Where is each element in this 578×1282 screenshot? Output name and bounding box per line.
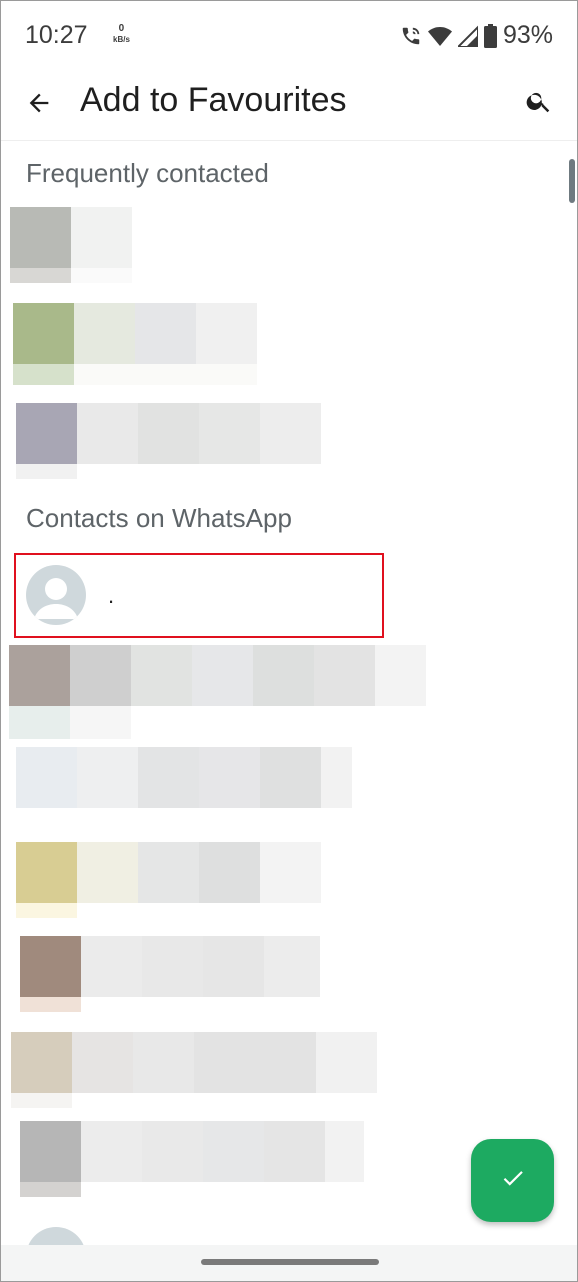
blur-fragment	[74, 364, 257, 385]
blur-fragment	[81, 1121, 142, 1182]
blur-fragment	[199, 747, 260, 808]
contact-avatar	[10, 207, 71, 268]
contact-avatar	[16, 747, 77, 808]
blur-fragment	[16, 464, 77, 479]
contact-avatar	[11, 1032, 72, 1093]
battery-percent: 93%	[502, 21, 553, 49]
blur-fragment	[70, 706, 131, 739]
blur-fragment	[325, 1121, 364, 1182]
blur-fragment	[142, 936, 203, 997]
navigation-bar	[1, 1245, 577, 1281]
blur-fragment	[135, 303, 196, 364]
blur-fragment	[77, 403, 138, 464]
wifi-icon	[427, 25, 452, 47]
blur-fragment	[74, 303, 135, 364]
blur-fragment	[260, 842, 321, 903]
blur-fragment	[142, 1121, 203, 1182]
blur-fragment	[131, 645, 192, 706]
contact-row-whatsapp-1[interactable]	[1, 645, 577, 740]
blur-fragment	[81, 936, 142, 997]
status-icons: 93%	[400, 21, 553, 50]
contact-row-whatsapp-5[interactable]	[1, 1032, 577, 1112]
contact-name-blur	[71, 207, 132, 268]
contact-avatar	[13, 303, 74, 364]
blur-fragment	[10, 268, 71, 283]
blur-fragment	[260, 747, 321, 808]
blur-fragment	[9, 706, 70, 739]
page-title: Add to Favourites	[80, 81, 347, 119]
blur-fragment	[133, 1032, 194, 1093]
search-button[interactable]	[519, 83, 559, 123]
blur-fragment	[203, 936, 264, 997]
contact-avatar	[16, 403, 77, 464]
arrow-back-icon	[25, 89, 53, 122]
contact-name: .	[108, 583, 115, 608]
contact-avatar	[20, 936, 81, 997]
blur-fragment	[194, 1032, 316, 1093]
status-time: 10:27	[25, 21, 88, 49]
blur-fragment	[70, 645, 131, 706]
network-speed-unit: kB/s	[113, 35, 130, 44]
section-header-frequent: Frequently contacted	[26, 158, 269, 188]
blur-fragment	[13, 364, 74, 385]
blur-fragment	[321, 747, 352, 808]
screen: 10:27 0 kB/s 93% Add to Favourites Frequ…	[0, 0, 578, 1282]
blur-fragment	[203, 1121, 264, 1182]
blur-fragment	[20, 1182, 81, 1197]
blur-fragment	[138, 403, 199, 464]
blur-fragment	[314, 645, 375, 706]
blur-fragment	[192, 645, 253, 706]
confirm-fab-button[interactable]	[471, 1139, 554, 1222]
blur-fragment	[20, 997, 81, 1012]
check-icon	[500, 1165, 526, 1196]
blur-fragment	[264, 936, 320, 997]
contact-row-frequent-2[interactable]	[1, 297, 577, 387]
contact-avatar	[20, 1121, 81, 1182]
default-avatar-icon	[26, 565, 86, 625]
contact-row-whatsapp-4[interactable]	[1, 936, 577, 1016]
blur-fragment	[199, 842, 260, 903]
contact-row-highlighted[interactable]: .	[14, 553, 384, 638]
status-bar: 10:27 0 kB/s 93%	[1, 1, 577, 71]
network-speed: 0 kB/s	[113, 23, 130, 45]
blur-fragment	[71, 268, 132, 283]
search-icon	[525, 87, 553, 120]
blur-fragment	[375, 645, 426, 706]
blur-fragment	[138, 747, 199, 808]
back-button[interactable]	[19, 85, 59, 125]
section-header-whatsapp: Contacts on WhatsApp	[26, 503, 292, 533]
home-gesture-pill[interactable]	[201, 1259, 379, 1265]
blur-fragment	[72, 1032, 133, 1093]
blur-fragment	[253, 645, 314, 706]
blur-fragment	[138, 842, 199, 903]
blur-fragment	[11, 1093, 72, 1108]
blur-fragment	[16, 903, 77, 918]
wifi-call-icon	[400, 25, 422, 47]
blur-fragment	[77, 842, 138, 903]
blur-fragment	[260, 403, 321, 464]
contact-avatar	[9, 645, 70, 706]
network-speed-value: 0	[118, 23, 125, 34]
contact-avatar	[16, 842, 77, 903]
blur-fragment	[264, 1121, 325, 1182]
blur-fragment	[196, 303, 257, 364]
scrollbar-thumb[interactable]	[569, 159, 575, 203]
signal-icon	[457, 25, 478, 47]
app-bar: Add to Favourites	[1, 71, 577, 141]
contact-row-whatsapp-3[interactable]	[1, 842, 577, 922]
contact-row-whatsapp-2[interactable]	[1, 747, 577, 809]
contact-row-frequent-1[interactable]	[1, 201, 577, 286]
blur-fragment	[77, 747, 138, 808]
blur-fragment	[316, 1032, 377, 1093]
contact-row-frequent-3[interactable]	[1, 397, 577, 482]
blur-fragment	[199, 403, 260, 464]
battery-icon	[483, 23, 497, 48]
